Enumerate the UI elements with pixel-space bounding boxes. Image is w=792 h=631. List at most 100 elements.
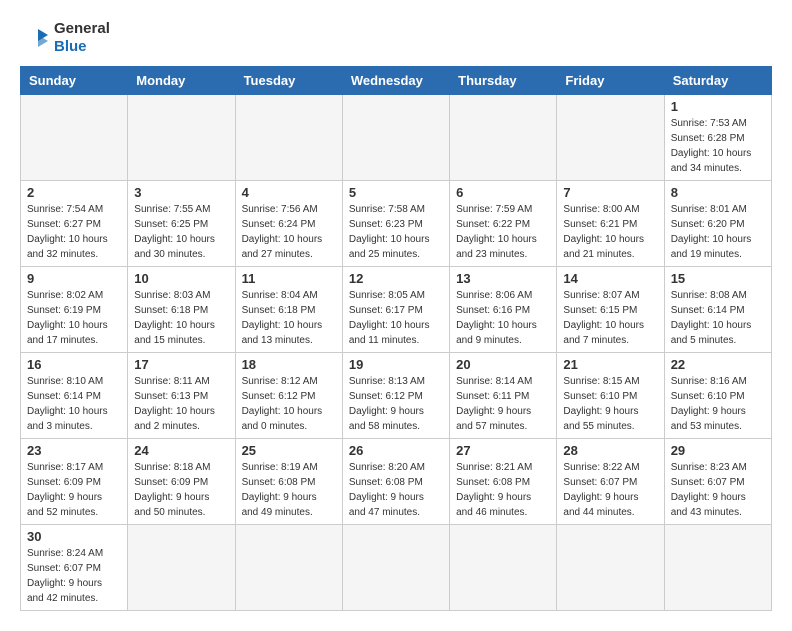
day-info: Sunrise: 8:00 AM Sunset: 6:21 PM Dayligh… bbox=[563, 202, 657, 262]
day-info: Sunrise: 8:21 AM Sunset: 6:08 PM Dayligh… bbox=[456, 460, 550, 520]
day-number: 13 bbox=[456, 271, 550, 286]
calendar-cell: 16Sunrise: 8:10 AM Sunset: 6:14 PM Dayli… bbox=[21, 353, 128, 439]
day-number: 30 bbox=[27, 529, 121, 544]
calendar-cell: 9 Sunrise: 8:02 AM Sunset: 6:19 PM Daylig… bbox=[21, 267, 128, 353]
day-info: Sunrise: 8:05 AM Sunset: 6:17 PM Dayligh… bbox=[349, 288, 443, 348]
day-info: Sunrise: 8:03 AM Sunset: 6:18 PM Dayligh… bbox=[134, 288, 228, 348]
day-info: Sunrise: 7:56 AM Sunset: 6:24 PM Dayligh… bbox=[242, 202, 336, 262]
day-info: Sunrise: 8:06 AM Sunset: 6:16 PM Dayligh… bbox=[456, 288, 550, 348]
day-info: Sunrise: 8:24 AM Sunset: 6:07 PM Dayligh… bbox=[27, 546, 121, 606]
calendar-cell: 17 Sunrise: 8:11 AM Sunset: 6:13 PM Dayli… bbox=[128, 353, 235, 439]
day-info: Sunrise: 8:18 AM Sunset: 6:09 PM Dayligh… bbox=[134, 460, 228, 520]
day-number: 20 bbox=[456, 357, 550, 372]
calendar-week-2: 2 Sunrise: 7:54 AM Sunset: 6:27 PM Daylig… bbox=[21, 181, 772, 267]
weekday-header-wednesday: Wednesday bbox=[342, 67, 449, 95]
weekday-header-thursday: Thursday bbox=[450, 67, 557, 95]
calendar-cell: 7 Sunrise: 8:00 AM Sunset: 6:21 PM Daylig… bbox=[557, 181, 664, 267]
calendar-cell bbox=[128, 525, 235, 611]
day-info: Sunrise: 8:15 AM Sunset: 6:10 PM Dayligh… bbox=[563, 374, 657, 434]
day-info: Sunrise: 8:01 AM Sunset: 6:20 PM Dayligh… bbox=[671, 202, 765, 262]
calendar-cell: 27 Sunrise: 8:21 AM Sunset: 6:08 PM Dayli… bbox=[450, 439, 557, 525]
day-number: 10 bbox=[134, 271, 228, 286]
calendar-cell: 24 Sunrise: 8:18 AM Sunset: 6:09 PM Dayli… bbox=[128, 439, 235, 525]
calendar-cell: 15Sunrise: 8:08 AM Sunset: 6:14 PM Dayli… bbox=[664, 267, 771, 353]
logo-text: General Blue bbox=[54, 20, 110, 56]
calendar-cell: 2 Sunrise: 7:54 AM Sunset: 6:27 PM Daylig… bbox=[21, 181, 128, 267]
calendar-cell: 20 Sunrise: 8:14 AM Sunset: 6:11 PM Dayli… bbox=[450, 353, 557, 439]
day-number: 3 bbox=[134, 185, 228, 200]
calendar-cell: 22Sunrise: 8:16 AM Sunset: 6:10 PM Dayli… bbox=[664, 353, 771, 439]
day-number: 5 bbox=[349, 185, 443, 200]
calendar-week-3: 9 Sunrise: 8:02 AM Sunset: 6:19 PM Daylig… bbox=[21, 267, 772, 353]
weekday-header-tuesday: Tuesday bbox=[235, 67, 342, 95]
day-info: Sunrise: 8:19 AM Sunset: 6:08 PM Dayligh… bbox=[242, 460, 336, 520]
calendar-cell bbox=[664, 525, 771, 611]
day-number: 4 bbox=[242, 185, 336, 200]
calendar-cell bbox=[557, 95, 664, 181]
calendar-cell bbox=[557, 525, 664, 611]
calendar-cell: 14 Sunrise: 8:07 AM Sunset: 6:15 PM Dayli… bbox=[557, 267, 664, 353]
weekday-header-saturday: Saturday bbox=[664, 67, 771, 95]
calendar-cell bbox=[235, 525, 342, 611]
weekday-header-monday: Monday bbox=[128, 67, 235, 95]
calendar-cell: 21Sunrise: 8:15 AM Sunset: 6:10 PM Dayli… bbox=[557, 353, 664, 439]
calendar-cell: 25Sunrise: 8:19 AM Sunset: 6:08 PM Dayli… bbox=[235, 439, 342, 525]
day-number: 19 bbox=[349, 357, 443, 372]
day-info: Sunrise: 8:23 AM Sunset: 6:07 PM Dayligh… bbox=[671, 460, 765, 520]
day-number: 28 bbox=[563, 443, 657, 458]
day-number: 23 bbox=[27, 443, 121, 458]
day-number: 2 bbox=[27, 185, 121, 200]
day-info: Sunrise: 8:22 AM Sunset: 6:07 PM Dayligh… bbox=[563, 460, 657, 520]
day-number: 24 bbox=[134, 443, 228, 458]
calendar-cell: 3 Sunrise: 7:55 AM Sunset: 6:25 PM Daylig… bbox=[128, 181, 235, 267]
day-info: Sunrise: 8:12 AM Sunset: 6:12 PM Dayligh… bbox=[242, 374, 336, 434]
calendar-week-6: 30 Sunrise: 8:24 AM Sunset: 6:07 PM Dayli… bbox=[21, 525, 772, 611]
day-number: 15 bbox=[671, 271, 765, 286]
day-info: Sunrise: 8:11 AM Sunset: 6:13 PM Dayligh… bbox=[134, 374, 228, 434]
calendar-cell: 12Sunrise: 8:05 AM Sunset: 6:17 PM Dayli… bbox=[342, 267, 449, 353]
calendar-cell: 8 Sunrise: 8:01 AM Sunset: 6:20 PM Daylig… bbox=[664, 181, 771, 267]
day-info: Sunrise: 8:10 AM Sunset: 6:14 PM Dayligh… bbox=[27, 374, 121, 434]
calendar-cell: 23 Sunrise: 8:17 AM Sunset: 6:09 PM Dayli… bbox=[21, 439, 128, 525]
calendar-cell: 11Sunrise: 8:04 AM Sunset: 6:18 PM Dayli… bbox=[235, 267, 342, 353]
calendar-cell bbox=[21, 95, 128, 181]
day-info: Sunrise: 7:58 AM Sunset: 6:23 PM Dayligh… bbox=[349, 202, 443, 262]
day-number: 18 bbox=[242, 357, 336, 372]
calendar-cell bbox=[128, 95, 235, 181]
calendar-cell bbox=[450, 95, 557, 181]
calendar-cell: 28 Sunrise: 8:22 AM Sunset: 6:07 PM Dayli… bbox=[557, 439, 664, 525]
calendar-cell: 5 Sunrise: 7:58 AM Sunset: 6:23 PM Daylig… bbox=[342, 181, 449, 267]
logo-container: General Blue bbox=[20, 20, 110, 56]
calendar-cell: 30 Sunrise: 8:24 AM Sunset: 6:07 PM Dayli… bbox=[21, 525, 128, 611]
day-number: 1 bbox=[671, 99, 765, 114]
day-info: Sunrise: 8:14 AM Sunset: 6:11 PM Dayligh… bbox=[456, 374, 550, 434]
logo: General Blue bbox=[20, 20, 110, 56]
calendar-cell: 18 Sunrise: 8:12 AM Sunset: 6:12 PM Dayli… bbox=[235, 353, 342, 439]
day-info: Sunrise: 7:55 AM Sunset: 6:25 PM Dayligh… bbox=[134, 202, 228, 262]
day-info: Sunrise: 8:07 AM Sunset: 6:15 PM Dayligh… bbox=[563, 288, 657, 348]
calendar-cell: 26Sunrise: 8:20 AM Sunset: 6:08 PM Dayli… bbox=[342, 439, 449, 525]
day-number: 6 bbox=[456, 185, 550, 200]
weekday-header-row: SundayMondayTuesdayWednesdayThursdayFrid… bbox=[21, 67, 772, 95]
day-info: Sunrise: 7:54 AM Sunset: 6:27 PM Dayligh… bbox=[27, 202, 121, 262]
day-number: 7 bbox=[563, 185, 657, 200]
page-header: General Blue bbox=[20, 20, 772, 56]
day-info: Sunrise: 8:02 AM Sunset: 6:19 PM Dayligh… bbox=[27, 288, 121, 348]
day-info: Sunrise: 8:13 AM Sunset: 6:12 PM Dayligh… bbox=[349, 374, 443, 434]
calendar-week-1: 1Sunrise: 7:53 AM Sunset: 6:28 PM Daylig… bbox=[21, 95, 772, 181]
day-number: 9 bbox=[27, 271, 121, 286]
day-info: Sunrise: 8:17 AM Sunset: 6:09 PM Dayligh… bbox=[27, 460, 121, 520]
day-number: 17 bbox=[134, 357, 228, 372]
day-number: 8 bbox=[671, 185, 765, 200]
day-info: Sunrise: 8:04 AM Sunset: 6:18 PM Dayligh… bbox=[242, 288, 336, 348]
day-number: 27 bbox=[456, 443, 550, 458]
day-number: 14 bbox=[563, 271, 657, 286]
logo-icon bbox=[20, 23, 50, 53]
calendar-cell: 19 Sunrise: 8:13 AM Sunset: 6:12 PM Dayli… bbox=[342, 353, 449, 439]
weekday-header-sunday: Sunday bbox=[21, 67, 128, 95]
day-number: 26 bbox=[349, 443, 443, 458]
day-number: 22 bbox=[671, 357, 765, 372]
calendar-week-5: 23 Sunrise: 8:17 AM Sunset: 6:09 PM Dayli… bbox=[21, 439, 772, 525]
weekday-header-friday: Friday bbox=[557, 67, 664, 95]
calendar-cell: 10 Sunrise: 8:03 AM Sunset: 6:18 PM Dayli… bbox=[128, 267, 235, 353]
